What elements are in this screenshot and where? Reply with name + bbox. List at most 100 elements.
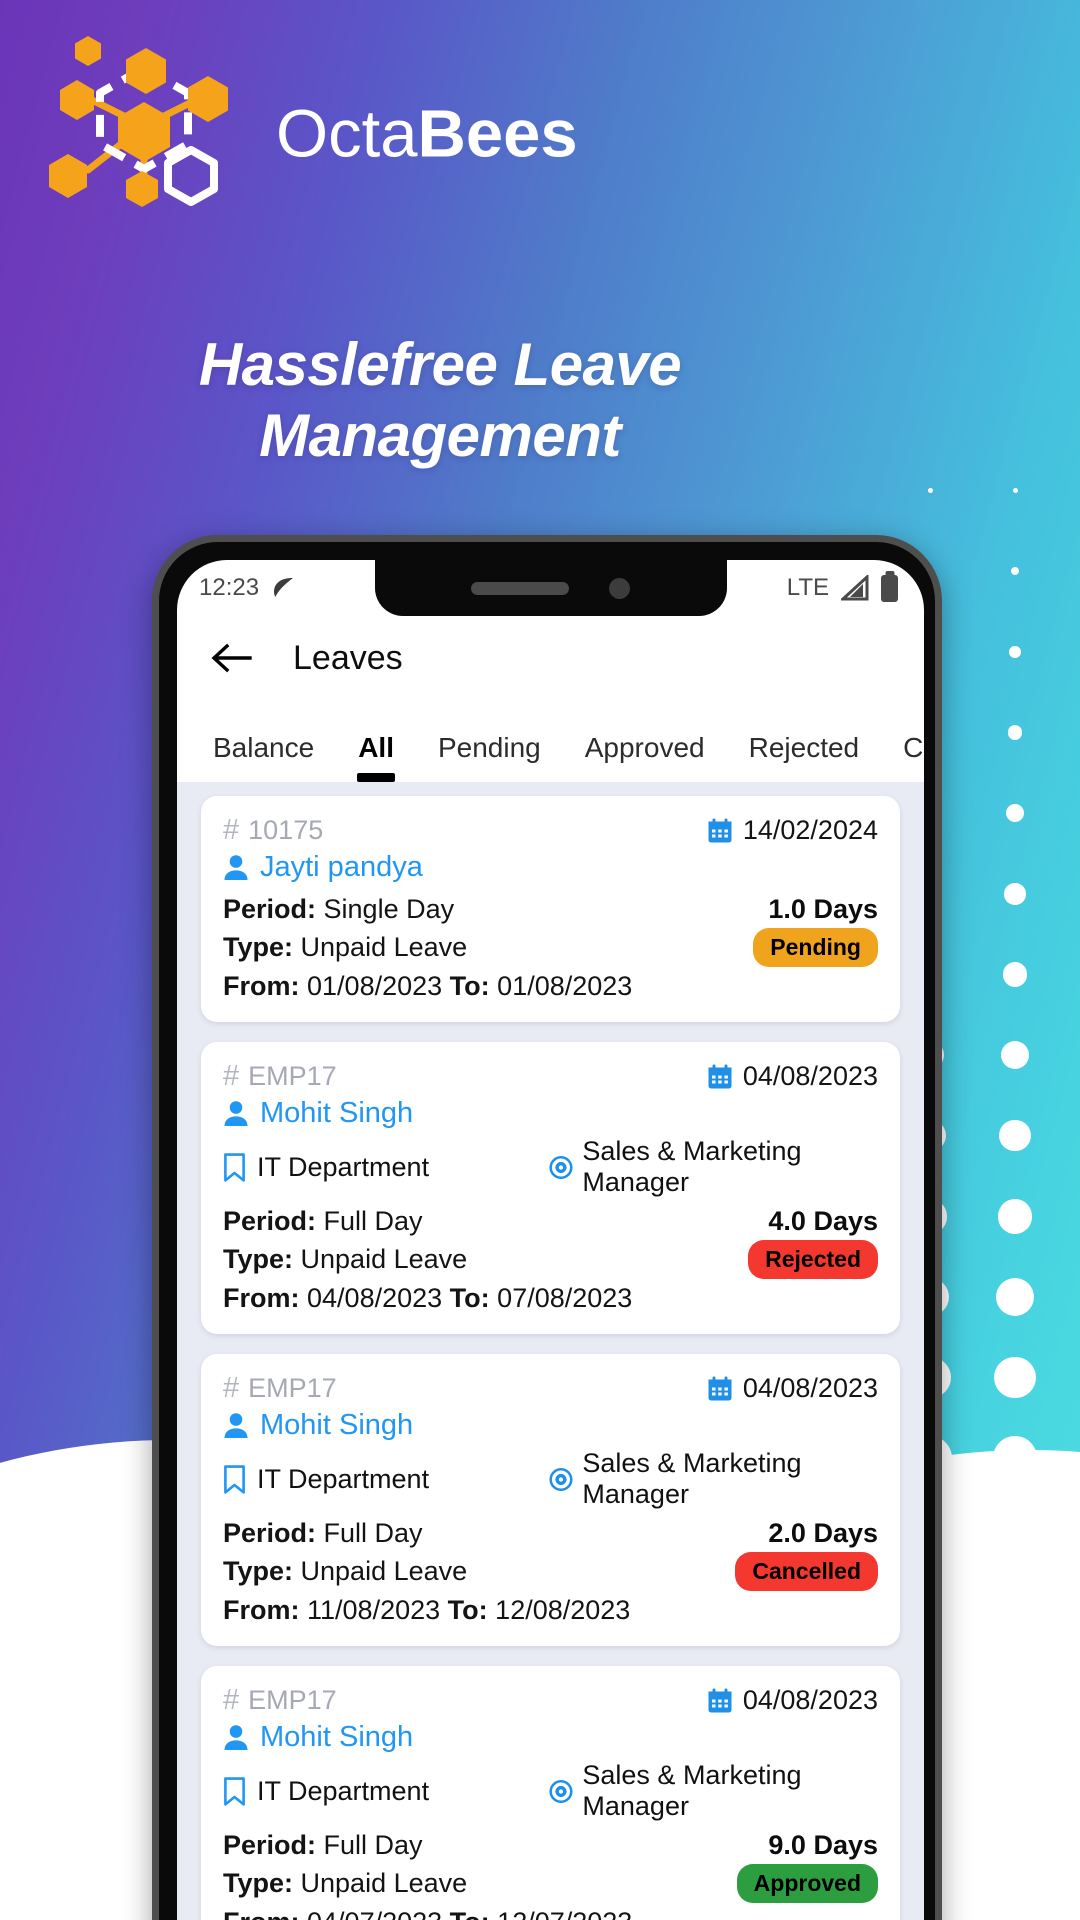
front-camera-icon (609, 577, 630, 599)
tab-approved[interactable]: Approved (563, 732, 727, 782)
leave-meta-row: IT Department Sales & Marketing Manager (223, 1760, 878, 1822)
phone-volume-up-button[interactable] (152, 832, 159, 936)
tab-label: Balance (213, 732, 315, 763)
leave-id-value: 10175 (248, 815, 324, 845)
type-label: Type: (223, 1868, 294, 1898)
leave-list[interactable]: # 10175 14/02/2024 Jayti pandya Period: … (177, 782, 924, 1920)
earpiece-speaker (471, 581, 569, 595)
leave-id-value: EMP17 (248, 1373, 337, 1403)
days-count: 9.0 Days (768, 1829, 878, 1860)
person-icon (224, 1101, 248, 1126)
tab-bar[interactable]: Balance All Pending Approved Rejected C (177, 700, 924, 782)
decor-dot (999, 1120, 1031, 1152)
tab-rejected[interactable]: Rejected (727, 732, 882, 782)
role-value: Sales & Marketing Manager (582, 1760, 802, 1821)
battery-full-icon (881, 574, 898, 602)
back-button[interactable] (205, 632, 257, 684)
page-title: Leaves (293, 638, 403, 677)
person-icon (224, 1413, 248, 1438)
to-label: To: (449, 971, 490, 1001)
status-bar-right: LTE (787, 574, 898, 602)
leave-card-header: # 10175 14/02/2024 (223, 814, 878, 847)
period: Period: Single Day (223, 894, 454, 925)
tab-balance[interactable]: Balance (191, 732, 336, 782)
employee-name-value: Mohit Singh (260, 1721, 414, 1753)
phone-volume-down-button[interactable] (152, 962, 159, 1066)
tab-label: Approved (584, 732, 705, 763)
to-label: To: (450, 1907, 490, 1920)
period-value: Full Day (323, 1517, 423, 1548)
leave-type: Type: Unpaid Leave (223, 1244, 467, 1275)
headline-line-2: Management (259, 401, 621, 469)
leave-date-value: 04/08/2023 (742, 1685, 878, 1715)
leave-card[interactable]: # 10175 14/02/2024 Jayti pandya Period: … (201, 796, 900, 1022)
calendar-icon (708, 1376, 732, 1400)
leave-date-value: 14/02/2024 (742, 815, 878, 845)
from-value: 11/08/2023 (307, 1595, 441, 1625)
phone-silence-button[interactable] (152, 732, 159, 790)
to-value: 12/07/2023 (497, 1907, 632, 1920)
decor-dot (1005, 804, 1025, 823)
role-value: Sales & Marketing Manager (582, 1448, 802, 1509)
type-row: Type: Unpaid Leave Rejected (223, 1240, 878, 1279)
days-count: 1.0 Days (768, 893, 878, 924)
date-range-row: From: 01/08/2023 To: 01/08/2023 (223, 971, 878, 1002)
type-label: Type: (223, 1556, 294, 1586)
target-eye-icon (549, 1779, 573, 1803)
from-label: From: (223, 1907, 300, 1920)
leave-card[interactable]: # EMP17 04/08/2023 Mohit Singh IT Depart… (201, 1354, 900, 1646)
period-value: Full Day (323, 1829, 423, 1860)
tab-c[interactable]: C (881, 732, 924, 782)
leave-card-header: # EMP17 04/08/2023 (223, 1684, 878, 1717)
hash-icon: # (223, 1372, 240, 1404)
tab-label: C (903, 732, 924, 763)
period-value: Single Day (323, 893, 455, 924)
employee-name[interactable]: Mohit Singh (223, 1721, 878, 1754)
hero-headline: Hasslefree Leave Management (0, 330, 880, 472)
employee-name[interactable]: Mohit Singh (223, 1409, 878, 1442)
decor-dot (1009, 646, 1021, 658)
leave-date-value: 04/08/2023 (742, 1061, 878, 1091)
department: IT Department (223, 1464, 549, 1495)
leave-applied-date: 04/08/2023 (707, 1373, 878, 1404)
arrow-left-icon (211, 643, 252, 673)
brand-name-bold: Bees (417, 96, 578, 172)
decor-dot (1007, 725, 1023, 740)
leave-card[interactable]: # EMP17 04/08/2023 Mohit Singh IT Depart… (201, 1042, 900, 1334)
period-label: Period: (223, 1829, 317, 1860)
leave-applied-date: 14/02/2024 (707, 815, 878, 846)
date-range-row: From: 11/08/2023 To: 12/08/2023 (223, 1595, 878, 1626)
type-value: Unpaid Leave (300, 932, 468, 962)
decor-dot (1000, 1041, 1030, 1070)
phone-power-button[interactable] (935, 872, 942, 1022)
to-label: To: (449, 1283, 490, 1313)
leave-meta-row: IT Department Sales & Marketing Manager (223, 1448, 878, 1510)
to-label: To: (447, 1595, 488, 1625)
leave-applied-date: 04/08/2023 (707, 1685, 878, 1716)
status-badge: Rejected (748, 1240, 878, 1279)
hash-icon: # (223, 1060, 240, 1092)
leave-meta-row: IT Department Sales & Marketing Manager (223, 1136, 878, 1198)
type-value: Unpaid Leave (300, 1556, 468, 1586)
bookmark-icon (224, 1776, 245, 1806)
leave-card[interactable]: # EMP17 04/08/2023 Mohit Singh IT Depart… (201, 1666, 900, 1920)
bookmark-icon (224, 1464, 245, 1494)
employee-name[interactable]: Mohit Singh (223, 1097, 878, 1130)
leave-id: # EMP17 (223, 1372, 337, 1405)
status-bar-left: 12:23 (199, 574, 296, 602)
role: Sales & Marketing Manager (549, 1448, 878, 1510)
department-value: IT Department (257, 1775, 430, 1806)
date-range-row: From: 04/08/2023 To: 07/08/2023 (223, 1283, 878, 1314)
employee-name[interactable]: Jayti pandya (223, 851, 878, 884)
days-count: 4.0 Days (768, 1205, 878, 1236)
department: IT Department (223, 1152, 549, 1183)
leave-id: # EMP17 (223, 1684, 337, 1717)
tab-pending[interactable]: Pending (416, 732, 563, 782)
period-row: Period: Full Day 2.0 Days (223, 1514, 878, 1552)
status-badge: Approved (736, 1864, 878, 1903)
employee-name-value: Jayti pandya (260, 851, 423, 883)
tab-all[interactable]: All (336, 732, 416, 782)
leave-card-header: # EMP17 04/08/2023 (223, 1372, 878, 1405)
app-bar: Leaves (177, 616, 924, 700)
employee-name-value: Mohit Singh (260, 1409, 414, 1441)
